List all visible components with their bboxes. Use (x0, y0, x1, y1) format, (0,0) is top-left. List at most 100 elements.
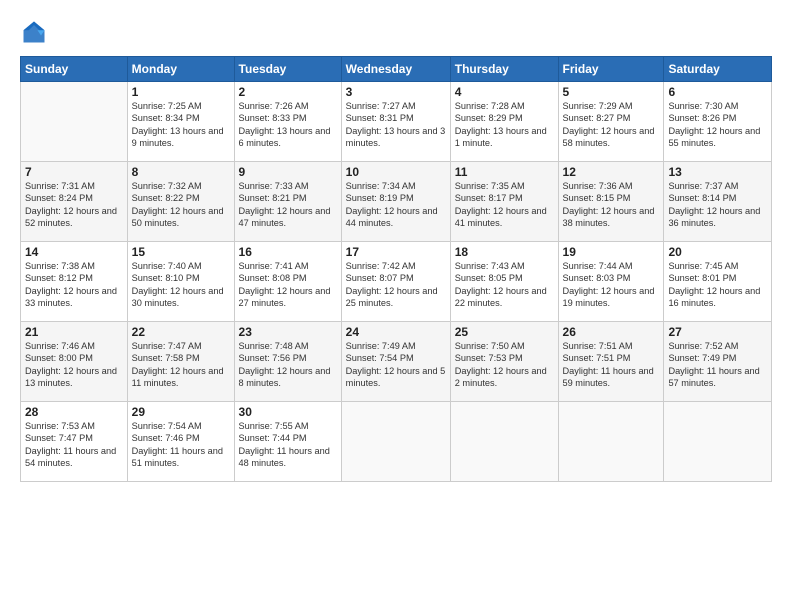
calendar-cell: 16Sunrise: 7:41 AM Sunset: 8:08 PM Dayli… (234, 242, 341, 322)
logo (20, 18, 52, 46)
day-info: Sunrise: 7:42 AM Sunset: 8:07 PM Dayligh… (346, 260, 446, 310)
day-info: Sunrise: 7:45 AM Sunset: 8:01 PM Dayligh… (668, 260, 767, 310)
day-number: 27 (668, 325, 767, 339)
calendar-cell: 26Sunrise: 7:51 AM Sunset: 7:51 PM Dayli… (558, 322, 664, 402)
calendar-cell: 6Sunrise: 7:30 AM Sunset: 8:26 PM Daylig… (664, 82, 772, 162)
day-number: 8 (132, 165, 230, 179)
calendar-week-1: 7Sunrise: 7:31 AM Sunset: 8:24 PM Daylig… (21, 162, 772, 242)
calendar-cell: 29Sunrise: 7:54 AM Sunset: 7:46 PM Dayli… (127, 402, 234, 482)
calendar-cell (341, 402, 450, 482)
day-info: Sunrise: 7:54 AM Sunset: 7:46 PM Dayligh… (132, 420, 230, 470)
calendar-cell: 18Sunrise: 7:43 AM Sunset: 8:05 PM Dayli… (450, 242, 558, 322)
day-number: 9 (239, 165, 337, 179)
calendar-cell: 22Sunrise: 7:47 AM Sunset: 7:58 PM Dayli… (127, 322, 234, 402)
calendar-cell: 17Sunrise: 7:42 AM Sunset: 8:07 PM Dayli… (341, 242, 450, 322)
calendar-cell: 21Sunrise: 7:46 AM Sunset: 8:00 PM Dayli… (21, 322, 128, 402)
calendar-week-3: 21Sunrise: 7:46 AM Sunset: 8:00 PM Dayli… (21, 322, 772, 402)
day-info: Sunrise: 7:40 AM Sunset: 8:10 PM Dayligh… (132, 260, 230, 310)
day-info: Sunrise: 7:43 AM Sunset: 8:05 PM Dayligh… (455, 260, 554, 310)
day-number: 14 (25, 245, 123, 259)
day-number: 29 (132, 405, 230, 419)
logo-icon (20, 18, 48, 46)
day-number: 17 (346, 245, 446, 259)
calendar-cell: 10Sunrise: 7:34 AM Sunset: 8:19 PM Dayli… (341, 162, 450, 242)
day-info: Sunrise: 7:38 AM Sunset: 8:12 PM Dayligh… (25, 260, 123, 310)
day-number: 15 (132, 245, 230, 259)
day-info: Sunrise: 7:46 AM Sunset: 8:00 PM Dayligh… (25, 340, 123, 390)
day-number: 23 (239, 325, 337, 339)
calendar-cell: 25Sunrise: 7:50 AM Sunset: 7:53 PM Dayli… (450, 322, 558, 402)
day-info: Sunrise: 7:30 AM Sunset: 8:26 PM Dayligh… (668, 100, 767, 150)
day-number: 28 (25, 405, 123, 419)
calendar-cell: 19Sunrise: 7:44 AM Sunset: 8:03 PM Dayli… (558, 242, 664, 322)
day-number: 13 (668, 165, 767, 179)
day-info: Sunrise: 7:47 AM Sunset: 7:58 PM Dayligh… (132, 340, 230, 390)
day-info: Sunrise: 7:44 AM Sunset: 8:03 PM Dayligh… (563, 260, 660, 310)
day-info: Sunrise: 7:28 AM Sunset: 8:29 PM Dayligh… (455, 100, 554, 150)
calendar-cell: 13Sunrise: 7:37 AM Sunset: 8:14 PM Dayli… (664, 162, 772, 242)
day-info: Sunrise: 7:26 AM Sunset: 8:33 PM Dayligh… (239, 100, 337, 150)
day-info: Sunrise: 7:51 AM Sunset: 7:51 PM Dayligh… (563, 340, 660, 390)
calendar-cell: 14Sunrise: 7:38 AM Sunset: 8:12 PM Dayli… (21, 242, 128, 322)
calendar-cell: 28Sunrise: 7:53 AM Sunset: 7:47 PM Dayli… (21, 402, 128, 482)
calendar-table: SundayMondayTuesdayWednesdayThursdayFrid… (20, 56, 772, 482)
day-info: Sunrise: 7:36 AM Sunset: 8:15 PM Dayligh… (563, 180, 660, 230)
day-header-monday: Monday (127, 57, 234, 82)
calendar-cell: 12Sunrise: 7:36 AM Sunset: 8:15 PM Dayli… (558, 162, 664, 242)
day-info: Sunrise: 7:27 AM Sunset: 8:31 PM Dayligh… (346, 100, 446, 150)
day-number: 10 (346, 165, 446, 179)
day-header-wednesday: Wednesday (341, 57, 450, 82)
day-info: Sunrise: 7:25 AM Sunset: 8:34 PM Dayligh… (132, 100, 230, 150)
calendar-week-2: 14Sunrise: 7:38 AM Sunset: 8:12 PM Dayli… (21, 242, 772, 322)
calendar-cell: 1Sunrise: 7:25 AM Sunset: 8:34 PM Daylig… (127, 82, 234, 162)
day-header-thursday: Thursday (450, 57, 558, 82)
day-number: 19 (563, 245, 660, 259)
day-number: 11 (455, 165, 554, 179)
calendar-header-row: SundayMondayTuesdayWednesdayThursdayFrid… (21, 57, 772, 82)
day-info: Sunrise: 7:41 AM Sunset: 8:08 PM Dayligh… (239, 260, 337, 310)
calendar-cell: 23Sunrise: 7:48 AM Sunset: 7:56 PM Dayli… (234, 322, 341, 402)
day-info: Sunrise: 7:31 AM Sunset: 8:24 PM Dayligh… (25, 180, 123, 230)
day-number: 21 (25, 325, 123, 339)
day-number: 25 (455, 325, 554, 339)
calendar-cell: 8Sunrise: 7:32 AM Sunset: 8:22 PM Daylig… (127, 162, 234, 242)
day-info: Sunrise: 7:34 AM Sunset: 8:19 PM Dayligh… (346, 180, 446, 230)
day-info: Sunrise: 7:33 AM Sunset: 8:21 PM Dayligh… (239, 180, 337, 230)
day-info: Sunrise: 7:48 AM Sunset: 7:56 PM Dayligh… (239, 340, 337, 390)
calendar-cell (664, 402, 772, 482)
day-number: 24 (346, 325, 446, 339)
day-header-tuesday: Tuesday (234, 57, 341, 82)
day-info: Sunrise: 7:32 AM Sunset: 8:22 PM Dayligh… (132, 180, 230, 230)
day-number: 30 (239, 405, 337, 419)
day-header-friday: Friday (558, 57, 664, 82)
calendar-cell: 24Sunrise: 7:49 AM Sunset: 7:54 PM Dayli… (341, 322, 450, 402)
calendar-week-0: 1Sunrise: 7:25 AM Sunset: 8:34 PM Daylig… (21, 82, 772, 162)
day-number: 20 (668, 245, 767, 259)
calendar-cell: 5Sunrise: 7:29 AM Sunset: 8:27 PM Daylig… (558, 82, 664, 162)
calendar-cell: 9Sunrise: 7:33 AM Sunset: 8:21 PM Daylig… (234, 162, 341, 242)
day-info: Sunrise: 7:49 AM Sunset: 7:54 PM Dayligh… (346, 340, 446, 390)
calendar-cell: 2Sunrise: 7:26 AM Sunset: 8:33 PM Daylig… (234, 82, 341, 162)
calendar-cell: 27Sunrise: 7:52 AM Sunset: 7:49 PM Dayli… (664, 322, 772, 402)
day-number: 7 (25, 165, 123, 179)
calendar-cell: 11Sunrise: 7:35 AM Sunset: 8:17 PM Dayli… (450, 162, 558, 242)
day-number: 18 (455, 245, 554, 259)
day-info: Sunrise: 7:29 AM Sunset: 8:27 PM Dayligh… (563, 100, 660, 150)
day-number: 3 (346, 85, 446, 99)
calendar-cell (450, 402, 558, 482)
day-info: Sunrise: 7:52 AM Sunset: 7:49 PM Dayligh… (668, 340, 767, 390)
calendar-cell: 7Sunrise: 7:31 AM Sunset: 8:24 PM Daylig… (21, 162, 128, 242)
calendar-cell (21, 82, 128, 162)
calendar-cell: 3Sunrise: 7:27 AM Sunset: 8:31 PM Daylig… (341, 82, 450, 162)
calendar-week-4: 28Sunrise: 7:53 AM Sunset: 7:47 PM Dayli… (21, 402, 772, 482)
calendar-cell: 30Sunrise: 7:55 AM Sunset: 7:44 PM Dayli… (234, 402, 341, 482)
day-info: Sunrise: 7:50 AM Sunset: 7:53 PM Dayligh… (455, 340, 554, 390)
day-number: 5 (563, 85, 660, 99)
day-header-sunday: Sunday (21, 57, 128, 82)
day-number: 26 (563, 325, 660, 339)
day-info: Sunrise: 7:37 AM Sunset: 8:14 PM Dayligh… (668, 180, 767, 230)
day-number: 4 (455, 85, 554, 99)
day-number: 6 (668, 85, 767, 99)
day-info: Sunrise: 7:35 AM Sunset: 8:17 PM Dayligh… (455, 180, 554, 230)
calendar-cell: 15Sunrise: 7:40 AM Sunset: 8:10 PM Dayli… (127, 242, 234, 322)
